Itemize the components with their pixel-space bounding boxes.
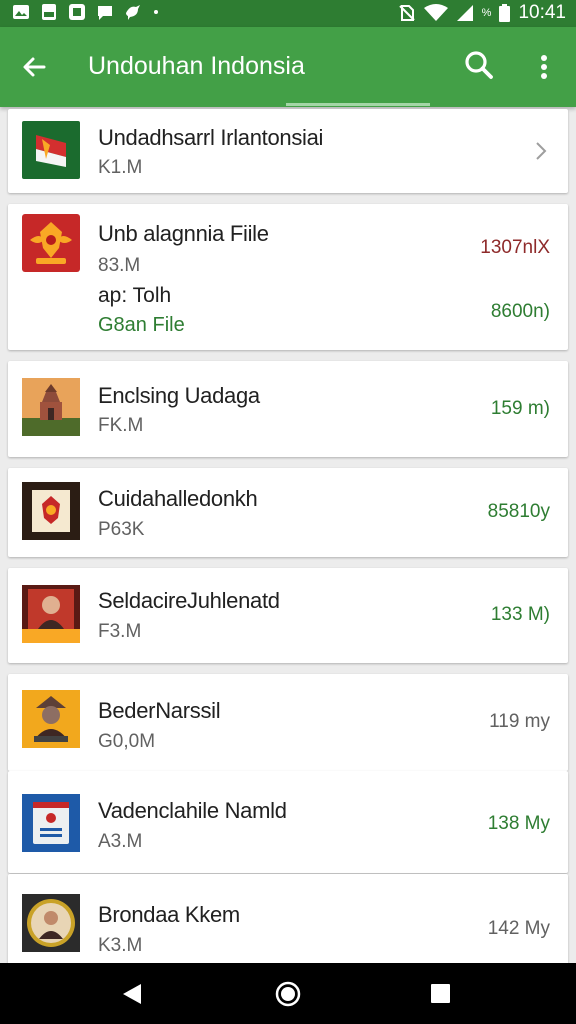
list-item[interactable]: Brondaa Kkem K3.M 142 My <box>8 874 568 963</box>
battery-icon <box>499 4 511 22</box>
item-size: K3.M <box>98 935 143 956</box>
sd-card-icon <box>42 4 56 20</box>
status-bar: % 10:41 <box>0 0 576 27</box>
app-list: Undadhsarrl Irlantonsiai K1.M Unb alagnn… <box>0 107 576 963</box>
chat-icon <box>98 6 112 20</box>
list-item[interactable]: Undadhsarrl Irlantonsiai K1.M <box>8 109 568 193</box>
notification-icons <box>12 3 160 21</box>
item-title: Cuidahalledonkh <box>98 486 258 511</box>
arrow-back-icon[interactable] <box>18 51 50 83</box>
item-size: A3.M <box>98 831 143 852</box>
item-size: FK.M <box>98 415 144 436</box>
item-size: F3.M <box>98 621 142 642</box>
chevron-right-icon[interactable] <box>534 140 548 162</box>
item-title: Enclsing Uadaga <box>98 383 260 408</box>
portrait-frame-icon <box>22 894 80 952</box>
tab-indicator <box>286 103 430 106</box>
signal-icon <box>456 5 473 21</box>
list-item[interactable]: Vadenclahile Namld A3.M 138 My <box>8 771 568 873</box>
item-meta[interactable]: 133 M) <box>491 604 550 626</box>
garuda-emblem-icon <box>22 214 80 272</box>
dot-icon <box>154 10 158 14</box>
nav-home-icon[interactable] <box>275 981 301 1007</box>
list-item[interactable]: Enclsing Uadaga FK.M 159 m) <box>8 361 568 457</box>
item-meta[interactable]: 85810y <box>488 501 550 523</box>
person-hat-icon <box>22 690 80 748</box>
list-item[interactable]: Cuidahalledonkh P63K 85810y <box>8 468 568 557</box>
wifi-icon <box>423 4 448 21</box>
indonesia-flag-emblem-icon <box>22 121 80 179</box>
item-title: Unb alagnnia Fiile <box>98 221 269 246</box>
emblem-frame-icon <box>22 482 80 540</box>
clock: 10:41 <box>518 2 566 23</box>
system-icons: % 10:41 <box>398 2 566 24</box>
item-meta[interactable]: 142 My <box>488 918 550 940</box>
item-size: P63K <box>98 519 145 540</box>
portrait-icon <box>22 585 80 643</box>
item-meta[interactable]: 138 My <box>488 813 550 835</box>
item-title: Vadenclahile Namld <box>98 798 287 823</box>
no-sim-icon <box>398 5 415 21</box>
bird-icon <box>126 5 140 20</box>
temple-icon <box>22 378 80 436</box>
item-meta-top: 1307nlX <box>480 237 550 258</box>
more-vert-icon[interactable] <box>530 51 558 83</box>
app-bar: Undouhan Indonsia <box>0 27 576 107</box>
nav-recents-icon[interactable] <box>431 984 450 1003</box>
screenshot-icon <box>69 4 85 20</box>
gallery-icon <box>13 5 29 19</box>
search-icon[interactable] <box>463 49 495 83</box>
battery-percent: % <box>481 7 492 19</box>
item-size: K1.M <box>98 157 143 178</box>
item-meta[interactable]: 119 my <box>489 711 550 733</box>
list-item[interactable]: BederNarssil G0,0M 119 my <box>8 674 568 771</box>
item-meta-bottom[interactable]: 8600n) <box>491 301 550 323</box>
item-size: 83.M <box>98 255 141 276</box>
item-size: G0,0M <box>98 731 156 752</box>
navigation-bar <box>0 963 576 1024</box>
id-card-icon <box>22 794 80 852</box>
item-title: SeldacireJuhlenatd <box>98 588 280 613</box>
page-title: Undouhan Indonsia <box>88 52 305 80</box>
item-title: BederNarssil <box>98 698 221 723</box>
item-extra-label: ap: Tolh <box>98 284 172 307</box>
item-file-link[interactable]: G8an File <box>98 314 185 337</box>
item-meta[interactable]: 159 m) <box>491 398 550 420</box>
item-title: Brondaa Kkem <box>98 902 240 927</box>
item-title: Undadhsarrl Irlantonsiai <box>98 125 324 150</box>
nav-back-icon[interactable] <box>122 983 142 1005</box>
list-item[interactable]: Unb alagnnia Fiile 83.M ap: Tolh G8an Fi… <box>8 204 568 350</box>
list-item[interactable]: SeldacireJuhlenatd F3.M 133 M) <box>8 568 568 663</box>
